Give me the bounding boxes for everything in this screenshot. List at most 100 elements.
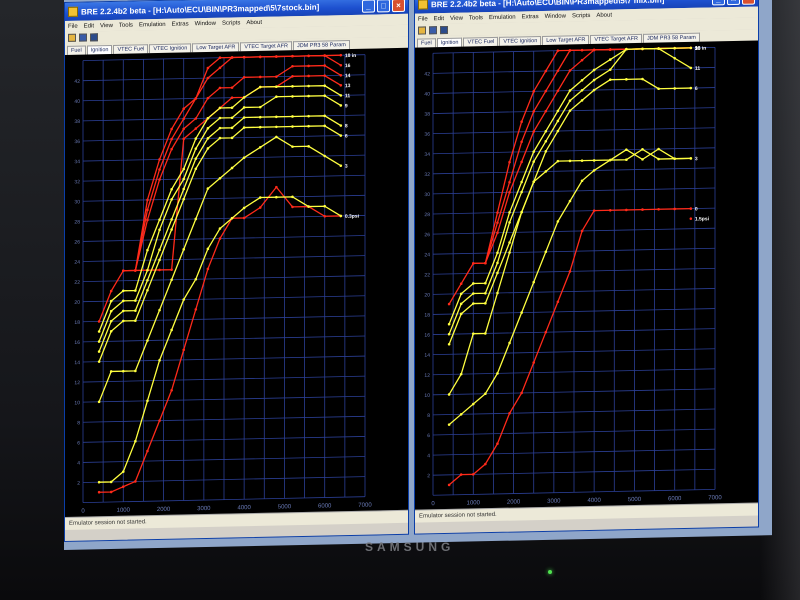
bre-window-mix[interactable]: BRE 2.2.4b2 beta - [H:\Auto\ECU\BIN\PR3m…: [414, 0, 759, 535]
data-point: [508, 241, 511, 244]
save-as-icon[interactable]: [440, 25, 448, 35]
data-point: [508, 341, 511, 345]
menu-about[interactable]: About: [246, 19, 262, 25]
data-point: [230, 56, 234, 59]
save-icon[interactable]: [79, 33, 87, 42]
data-point: [520, 140, 523, 144]
data-point: [258, 55, 262, 59]
data-point: [97, 490, 101, 494]
minimize-button[interactable]: _: [362, 0, 375, 13]
menu-scripts[interactable]: Scripts: [572, 12, 590, 18]
series-label: 11: [695, 66, 701, 72]
data-point: [121, 369, 125, 373]
data-point: [206, 137, 210, 140]
y-tick-label: 42: [424, 71, 430, 77]
data-point: [146, 278, 149, 282]
series-label: 13: [345, 83, 351, 89]
data-point: [291, 115, 294, 118]
data-point: [307, 64, 310, 68]
y-tick-label: 20: [424, 292, 430, 298]
tab-fuel[interactable]: Fuel: [417, 38, 436, 48]
y-tick-label: 22: [74, 280, 80, 286]
menu-tools[interactable]: Tools: [119, 22, 133, 28]
menu-view[interactable]: View: [450, 15, 463, 21]
data-point: [592, 88, 596, 92]
chart-svg: 246810121416182022242628303234363840420 1…: [424, 46, 722, 508]
data-point: [109, 329, 113, 333]
close-button[interactable]: ×: [392, 0, 405, 12]
data-point: [170, 328, 173, 332]
maximize-button[interactable]: □: [727, 0, 740, 5]
tab-fuel[interactable]: Fuel: [67, 45, 86, 55]
data-point: [182, 177, 186, 181]
data-point: [592, 209, 596, 212]
menu-about[interactable]: About: [596, 12, 612, 18]
data-point: [447, 393, 451, 396]
data-point: [158, 258, 161, 262]
data-point: [230, 116, 234, 120]
data-point: [134, 369, 137, 373]
data-point: [242, 96, 246, 99]
menu-extras[interactable]: Extras: [522, 14, 539, 20]
save-as-icon[interactable]: [90, 33, 98, 42]
close-button[interactable]: ×: [742, 0, 755, 5]
data-point: [182, 348, 186, 352]
data-point: [471, 302, 475, 305]
menu-view[interactable]: View: [100, 22, 113, 28]
data-point: [146, 218, 149, 222]
data-point: [230, 96, 234, 99]
data-point: [146, 399, 149, 403]
series-label: 9: [695, 46, 698, 52]
maximize-button[interactable]: □: [377, 0, 390, 12]
data-point: [230, 126, 234, 130]
data-point: [592, 68, 596, 72]
minimize-button[interactable]: _: [712, 0, 725, 5]
data-point: [182, 248, 186, 251]
data-point: [194, 277, 198, 281]
data-point: [532, 130, 536, 133]
menu-edit[interactable]: Edit: [434, 16, 444, 22]
save-icon[interactable]: [429, 26, 437, 35]
data-point: [206, 187, 210, 190]
menu-tools[interactable]: Tools: [469, 15, 483, 21]
series-label: 11: [345, 93, 351, 99]
menu-emulation[interactable]: Emulation: [489, 14, 516, 21]
x-tick-label: 3000: [197, 506, 211, 512]
menu-emulation[interactable]: Emulation: [139, 21, 166, 28]
bre-window-stock[interactable]: BRE 2.2.4b2 beta - [H:\Auto\ECU\BIN\PR3m…: [64, 0, 409, 543]
data-point: [459, 312, 463, 316]
menu-file[interactable]: File: [418, 16, 428, 22]
x-tick-label: 1000: [117, 508, 131, 514]
data-point: [218, 66, 222, 70]
data-point: [471, 332, 475, 335]
data-point: [580, 99, 584, 102]
menu-edit[interactable]: Edit: [84, 23, 94, 29]
menu-window[interactable]: Window: [195, 20, 216, 26]
data-point: [532, 150, 536, 153]
series-label: 0: [695, 206, 698, 212]
data-point: [689, 46, 693, 50]
data-point: [258, 196, 262, 199]
data-point: [170, 388, 173, 392]
data-point: [447, 332, 451, 336]
menu-extras[interactable]: Extras: [172, 21, 189, 27]
open-icon[interactable]: [418, 26, 426, 35]
data-point: [580, 229, 584, 233]
menu-scripts[interactable]: Scripts: [222, 20, 240, 26]
ignition-map-chart: 2 4 6 8 10 12 14 16 18 20 22 24 26 28 30 32 34 36 38 40 42 0 1…: [65, 47, 408, 517]
data-point: [134, 289, 137, 292]
data-point: [673, 207, 677, 211]
menu-file[interactable]: File: [68, 23, 78, 29]
data-point: [568, 69, 572, 72]
menu-window[interactable]: Window: [545, 13, 566, 19]
y-tick-label: 14: [74, 360, 80, 366]
open-icon[interactable]: [68, 33, 76, 42]
y-tick-label: 12: [74, 380, 80, 386]
chart-svg: 246810121416182022242628303234363840420 1…: [74, 53, 372, 515]
data-point: [218, 176, 222, 180]
data-point: [556, 109, 560, 113]
data-point: [641, 208, 644, 211]
x-tick-label: 4000: [587, 498, 601, 504]
data-point: [146, 248, 149, 252]
data-point: [484, 332, 487, 335]
